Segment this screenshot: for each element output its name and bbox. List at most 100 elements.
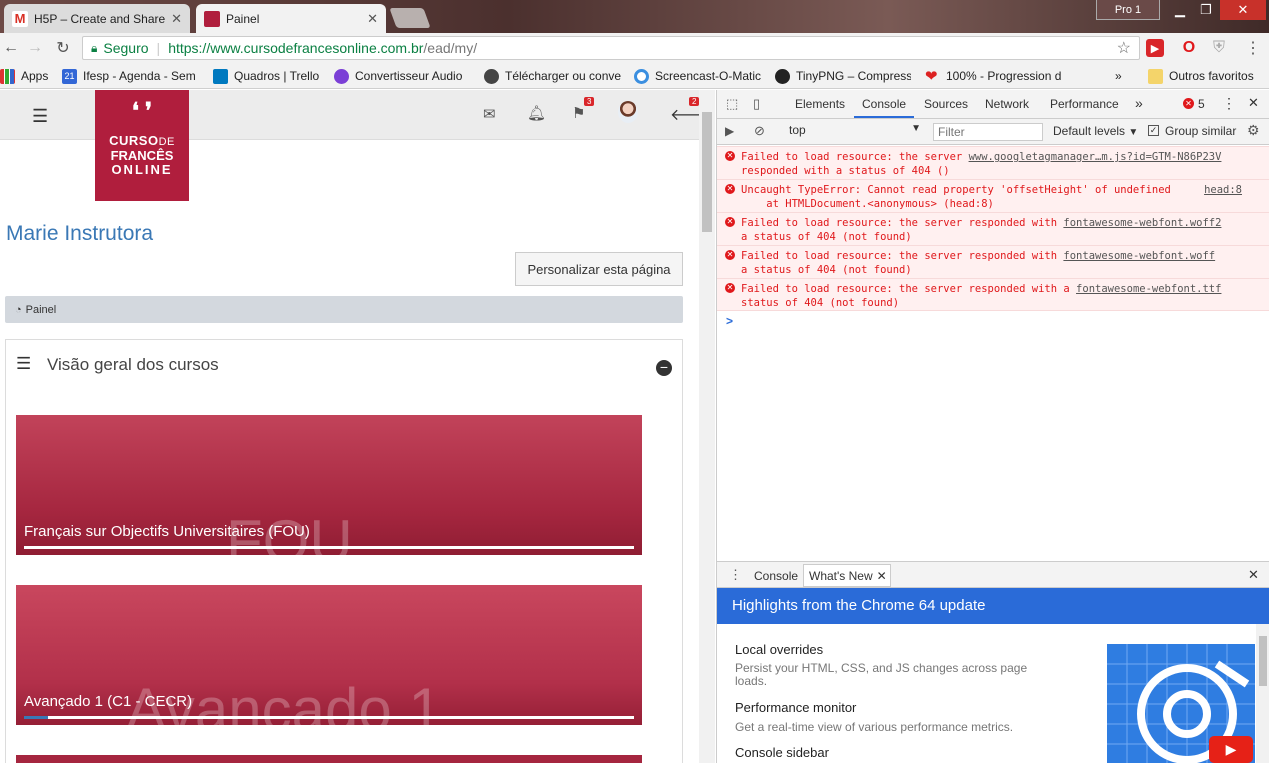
news-desc: Persist your HTML, CSS, and JS changes a…: [735, 661, 1028, 688]
devtools-menu-icon[interactable]: ⋮: [1222, 95, 1236, 112]
drawer-menu-icon[interactable]: ⋮: [729, 567, 742, 583]
more-bookmarks-icon[interactable]: »: [1115, 67, 1129, 85]
inspect-icon[interactable]: ⬚: [726, 96, 738, 112]
course-title[interactable]: Français sur Objectifs Universitaires (F…: [24, 523, 310, 540]
youtube-play-icon[interactable]: ▶: [1209, 736, 1253, 763]
context-select[interactable]: top ▼: [781, 123, 921, 141]
tab-performance[interactable]: Performance: [1050, 97, 1119, 111]
close-devtools-icon[interactable]: ✕: [1248, 95, 1259, 111]
more-tabs-icon[interactable]: »: [1135, 95, 1143, 111]
close-drawer-icon[interactable]: ✕: [1248, 567, 1259, 583]
error-icon: ✕: [725, 250, 735, 260]
console-prompt[interactable]: >: [726, 314, 733, 328]
extension-icon[interactable]: ▶: [1146, 39, 1164, 57]
page-scrollbar[interactable]: [699, 90, 715, 763]
error-count[interactable]: 5: [1198, 97, 1205, 111]
drawer-tab-whats-new[interactable]: What's New ✕: [803, 564, 891, 587]
bookmark-convertisseur[interactable]: Convertisseur Audio: [334, 67, 468, 85]
customize-page-button[interactable]: Personalizar esta página: [515, 252, 683, 286]
back-icon[interactable]: ←: [0, 37, 22, 59]
bookmark-agenda[interactable]: 21 Ifesp - Agenda - Sem: [62, 67, 200, 85]
tab-network[interactable]: Network: [985, 97, 1029, 111]
console-error: ✕ Failed to load resource: the server res…: [717, 212, 1269, 245]
close-tab-icon[interactable]: ✕: [171, 11, 182, 27]
breadcrumb-item[interactable]: Painel: [26, 304, 57, 316]
logo-line2: FRANCÊS: [110, 148, 174, 163]
tab-sources[interactable]: Sources: [924, 97, 968, 111]
scrollbar-thumb[interactable]: [1259, 636, 1267, 686]
flag-badge: 3: [584, 97, 595, 106]
error-icon: ✕: [725, 184, 735, 194]
close-tab-icon[interactable]: ✕: [367, 11, 378, 27]
error-link[interactable]: fontawesome-webfont.ttf: [1076, 283, 1221, 295]
news-title[interactable]: Performance monitor: [735, 700, 856, 715]
hamburger-icon[interactable]: ☰: [32, 106, 48, 127]
bookmark-telecharger[interactable]: Télécharger ou conve: [484, 67, 622, 85]
error-link[interactable]: fontawesome-webfont.woff: [1063, 250, 1215, 262]
sidebar-toggle-icon[interactable]: ▶︎: [725, 124, 734, 138]
calendar-icon: 21: [62, 68, 77, 84]
chrome-update-thumbnail[interactable]: ▶: [1107, 644, 1255, 763]
course-title[interactable]: Avançado 1 (C1 - CECR): [24, 693, 192, 710]
bookmark-apps[interactable]: Apps: [0, 67, 56, 85]
mail-icon[interactable]: ✉: [483, 105, 496, 123]
scrollbar-thumb[interactable]: [702, 112, 712, 232]
group-similar-checkbox[interactable]: ✓: [1148, 125, 1159, 136]
logo-line1: CURSODE: [109, 133, 175, 148]
bookmark-other[interactable]: Outros favoritos: [1148, 67, 1268, 85]
avatar[interactable]: [618, 101, 638, 123]
restore-button[interactable]: ❐: [1194, 0, 1218, 20]
course-card[interactable]: Avançado 1 Avançado 1 (C1 - CECR): [16, 585, 642, 725]
collapse-icon[interactable]: −: [656, 360, 672, 376]
bookmark-label: Télécharger ou conve: [505, 69, 622, 83]
drawer-tab-console[interactable]: Console: [754, 569, 798, 583]
screencast-icon: [634, 68, 649, 84]
clear-console-icon[interactable]: ⊘: [754, 123, 765, 139]
bookmark-label: Screencast-O-Matic: [655, 69, 762, 83]
new-tab-button[interactable]: [389, 8, 431, 28]
minimize-button[interactable]: ▁: [1168, 0, 1192, 20]
drawer-scrollbar[interactable]: [1256, 624, 1269, 763]
opera-icon[interactable]: O: [1178, 37, 1200, 59]
news-title[interactable]: Console sidebar: [735, 745, 829, 760]
gear-icon[interactable]: ⚙: [1247, 122, 1260, 139]
tab-painel[interactable]: Painel ✕: [196, 4, 386, 33]
address-bar[interactable]: 🔒︎ Seguro | https://www.cursodefranceson…: [82, 36, 1140, 60]
globe-icon: [484, 68, 499, 84]
flag-icon[interactable]: ⚑: [572, 104, 585, 122]
error-link[interactable]: fontawesome-webfont.woff2: [1063, 217, 1221, 229]
menu-dots-icon[interactable]: ⋮: [1242, 37, 1264, 59]
levels-dropdown[interactable]: Default levels ▼: [1053, 124, 1138, 138]
filter-input[interactable]: [933, 123, 1043, 141]
close-icon[interactable]: ✕: [877, 569, 887, 583]
bookmark-trello[interactable]: Quadros | Trello: [213, 67, 325, 85]
bookmark-tinypng[interactable]: TinyPNG – Compress: [775, 67, 911, 85]
reload-icon[interactable]: ↻: [52, 37, 74, 59]
url-host: https://www.cursodefrancesonline.com.br: [168, 40, 424, 56]
course-card[interactable]: FOU Français sur Objectifs Universitaire…: [16, 415, 642, 555]
bookmark-screencast[interactable]: Screencast-O-Matic: [634, 67, 766, 85]
error-text-2: responded with a status of 404 (): [741, 165, 950, 177]
error-link[interactable]: head:8: [1204, 183, 1242, 197]
bell-icon[interactable]: 🔔︎: [527, 104, 546, 122]
forward-icon[interactable]: →: [24, 37, 46, 59]
error-link[interactable]: www.googletagmanager…m.js?id=GTM-N86P23V: [969, 151, 1222, 163]
news-title[interactable]: Local overrides: [735, 642, 823, 657]
tab-h5p[interactable]: M H5P – Create and Share ✕: [4, 4, 190, 33]
bookmark-label: Ifesp - Agenda - Sem: [83, 69, 196, 83]
shield-icon[interactable]: ⛨: [1208, 37, 1230, 59]
tab-console[interactable]: Console: [862, 97, 906, 111]
bookmark-label: 100% - Progression d: [946, 69, 1062, 83]
close-window-button[interactable]: ✕: [1220, 0, 1266, 20]
arrow-left-icon[interactable]: 🡐: [670, 104, 699, 125]
course-card[interactable]: [16, 755, 642, 763]
whats-new-banner: Highlights from the Chrome 64 update: [717, 588, 1269, 624]
device-toggle-icon[interactable]: ▯: [753, 96, 760, 112]
site-logo[interactable]: ❛ ❜ CURSODE FRANCÊS ONLINE: [95, 90, 189, 201]
profile-button[interactable]: Pro 1: [1096, 0, 1160, 20]
url-path: /ead/my/: [423, 40, 478, 56]
tab-elements[interactable]: Elements: [795, 97, 845, 111]
star-icon[interactable]: ☆: [1117, 38, 1131, 58]
bookmark-label: Outros favoritos: [1169, 69, 1254, 83]
bookmark-progression[interactable]: ❤ 100% - Progression d: [925, 67, 1063, 85]
